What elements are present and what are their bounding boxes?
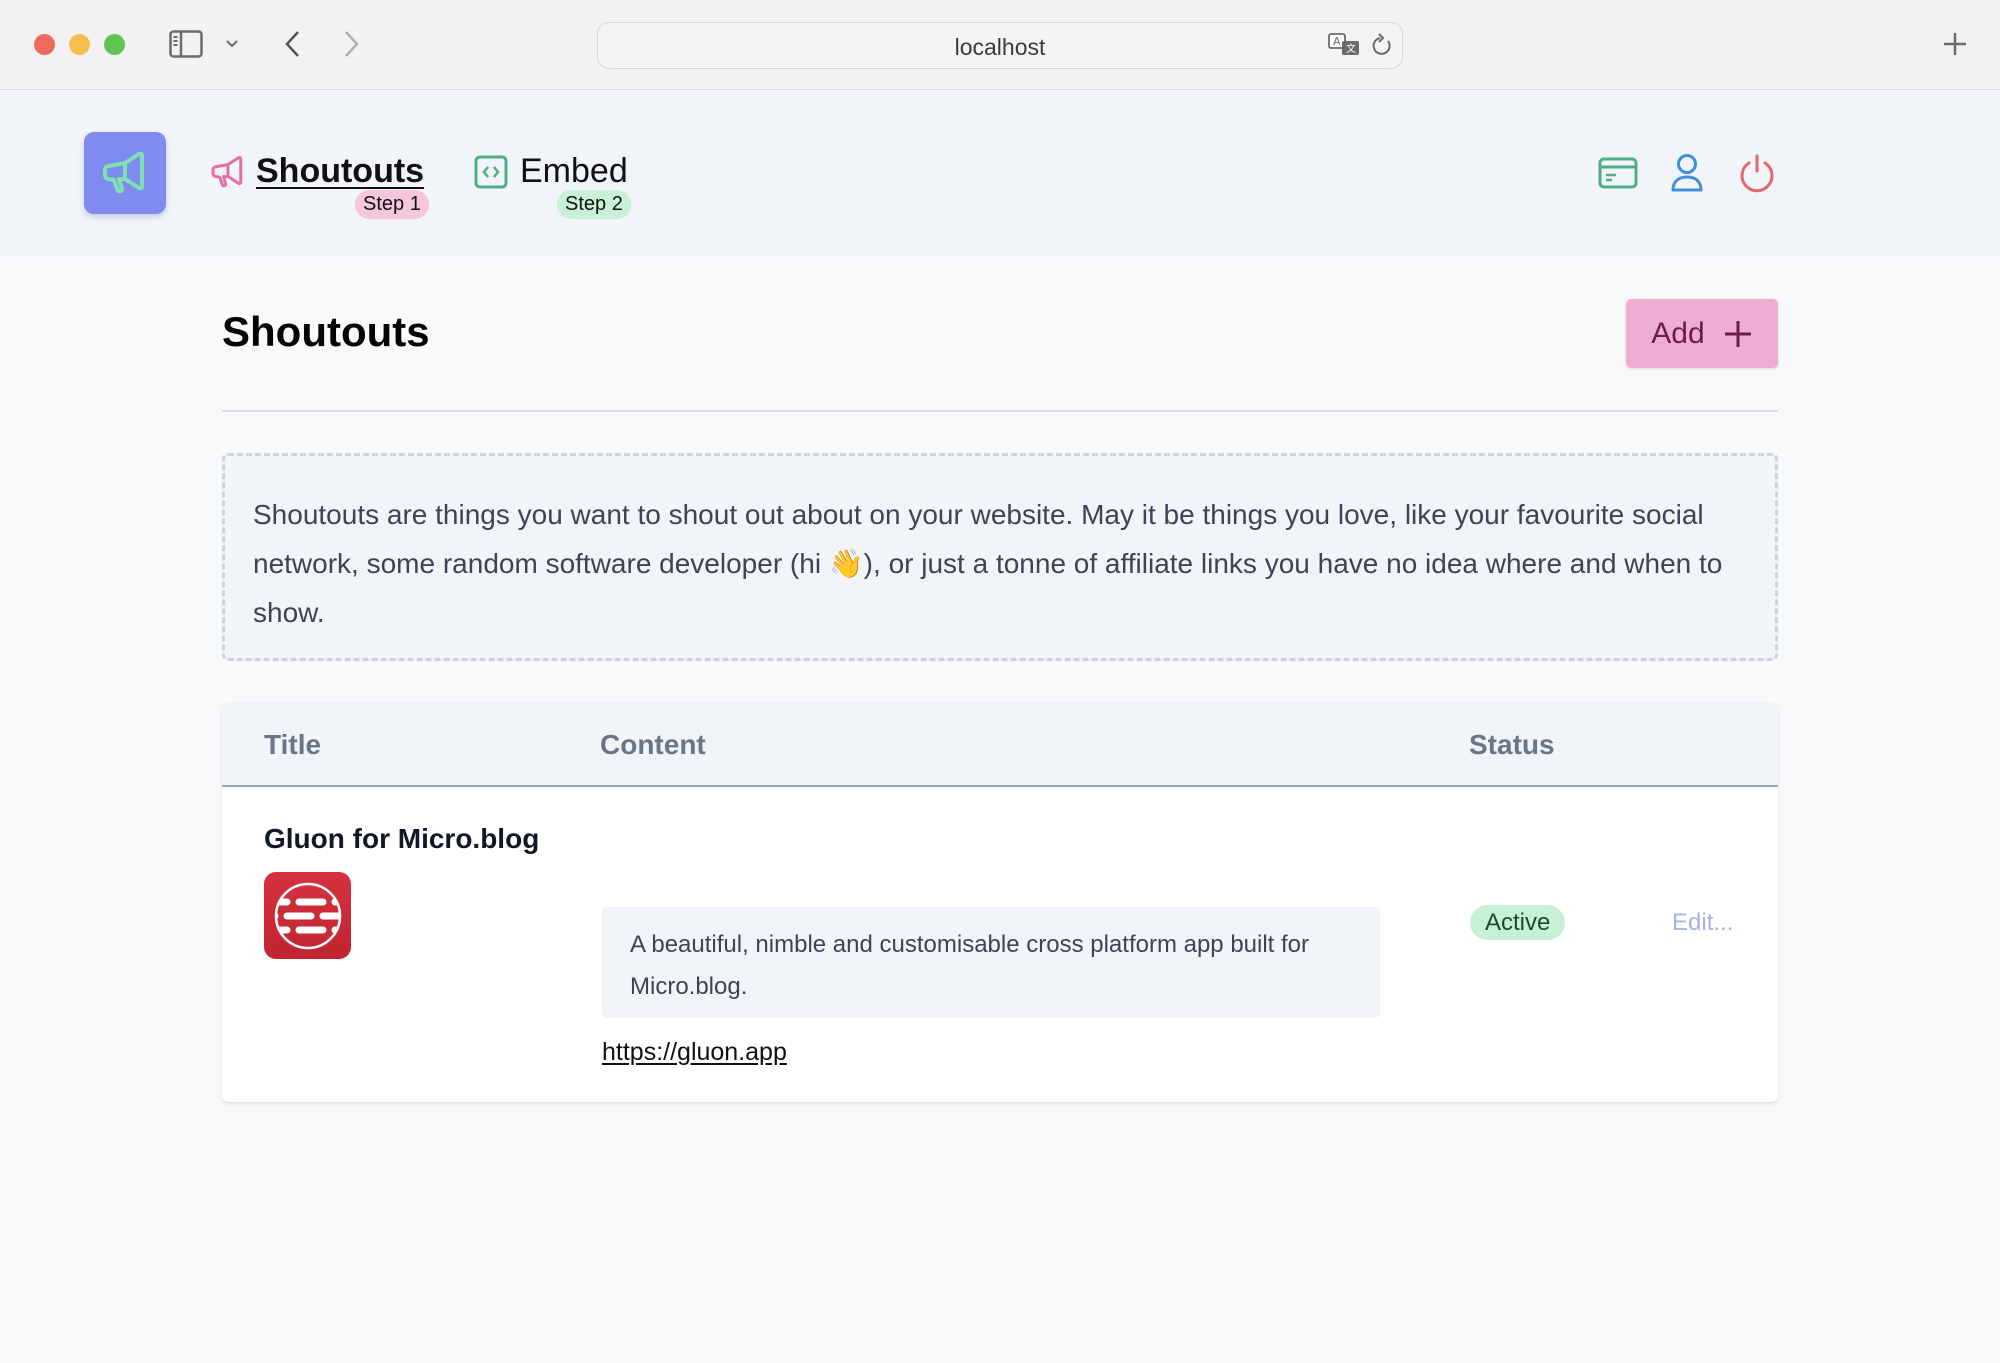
account-button[interactable] bbox=[1666, 152, 1708, 194]
shoutout-link[interactable]: https://gluon.app bbox=[602, 1038, 787, 1067]
minimize-window-button[interactable] bbox=[69, 34, 90, 55]
description-text: Shoutouts are things you want to shout o… bbox=[253, 499, 1723, 628]
status-badge: Active bbox=[1470, 905, 1566, 940]
add-shoutout-button[interactable]: Add bbox=[1626, 299, 1778, 368]
maximize-window-button[interactable] bbox=[104, 34, 125, 55]
edit-shoutout-link[interactable]: Edit... bbox=[1672, 909, 1733, 937]
new-tab-button[interactable] bbox=[1940, 28, 1970, 60]
chevron-left-icon bbox=[285, 31, 299, 57]
plus-icon bbox=[1944, 33, 1966, 55]
app: Shoutouts Step 1 Embed Step 2 Shoutouts … bbox=[0, 90, 2000, 1363]
column-header-status: Status bbox=[1469, 729, 1555, 760]
gluon-app-icon bbox=[274, 882, 341, 949]
credit-card-icon bbox=[1598, 157, 1638, 189]
billing-button[interactable] bbox=[1597, 152, 1639, 194]
megaphone-icon bbox=[103, 151, 144, 194]
tab-group-dropdown[interactable] bbox=[222, 28, 242, 60]
nav-embed[interactable]: Embed bbox=[474, 152, 628, 191]
address-text: localhost bbox=[954, 34, 1046, 60]
back-button[interactable] bbox=[280, 28, 304, 60]
chevron-right-icon bbox=[345, 31, 359, 57]
step-1-badge: Step 1 bbox=[355, 190, 429, 219]
sidebar-toggle-button[interactable] bbox=[168, 28, 204, 60]
sidebar-icon bbox=[169, 30, 203, 58]
shoutout-image bbox=[264, 872, 351, 959]
page-title: Shoutouts bbox=[222, 308, 430, 355]
reload-icon[interactable] bbox=[1370, 33, 1394, 64]
step-2-badge: Step 2 bbox=[557, 190, 631, 219]
code-icon bbox=[474, 155, 508, 188]
add-button-label: Add bbox=[1651, 316, 1705, 350]
forward-button[interactable] bbox=[340, 28, 364, 60]
chevron-down-icon bbox=[226, 40, 238, 48]
info-box: Shoutouts are things you want to shout o… bbox=[222, 453, 1778, 661]
table-header: Title Content Status bbox=[222, 703, 1778, 787]
svg-text:A: A bbox=[1333, 35, 1341, 48]
nav-embed-label: Embed bbox=[520, 152, 628, 190]
shoutouts-table: Title Content Status Gluon for Micro.blo… bbox=[222, 703, 1778, 1102]
shoutout-content-text: A beautiful, nimble and customisable cro… bbox=[630, 931, 1310, 1000]
column-header-title: Title bbox=[264, 729, 322, 760]
column-header-content: Content bbox=[600, 729, 706, 760]
browser-toolbar: localhost A文 bbox=[0, 0, 2000, 90]
logo[interactable] bbox=[84, 132, 166, 214]
app-header: Shoutouts Step 1 Embed Step 2 bbox=[0, 90, 2000, 257]
nav-shoutouts-label: Shoutouts bbox=[256, 152, 425, 190]
shoutout-content: A beautiful, nimble and customisable cro… bbox=[602, 907, 1380, 1018]
svg-text:文: 文 bbox=[1346, 42, 1356, 55]
megaphone-icon bbox=[211, 155, 243, 187]
user-icon bbox=[1671, 154, 1703, 192]
title-divider bbox=[222, 410, 1778, 412]
nav-shoutouts[interactable]: Shoutouts bbox=[210, 152, 424, 191]
shoutout-title: Gluon for Micro.blog bbox=[264, 823, 540, 854]
close-window-button[interactable] bbox=[34, 34, 55, 55]
plus-icon bbox=[1724, 320, 1751, 347]
logout-button[interactable] bbox=[1736, 152, 1778, 194]
power-icon bbox=[1740, 154, 1774, 193]
translate-icon[interactable]: A文 bbox=[1328, 33, 1362, 64]
address-bar[interactable]: localhost A文 bbox=[597, 22, 1403, 69]
